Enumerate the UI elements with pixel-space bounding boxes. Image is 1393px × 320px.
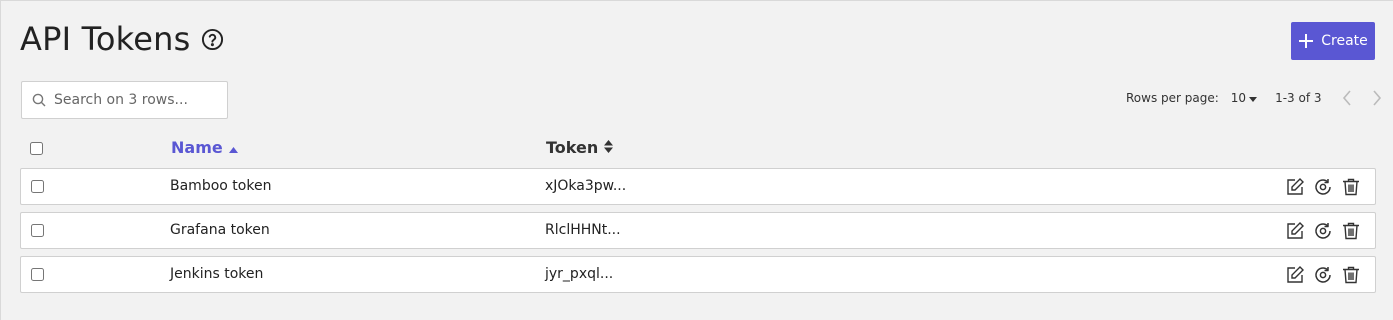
rows-per-page-value: 10 xyxy=(1230,91,1247,105)
page-header: API Tokens xyxy=(20,19,224,59)
chevron-left-icon[interactable] xyxy=(1340,89,1354,107)
table-row: Bamboo token xJOka3pw... xyxy=(20,168,1376,205)
token-name: Bamboo token xyxy=(170,178,272,194)
rows-per-page-label: Rows per page: xyxy=(1126,91,1219,105)
chevron-right-icon[interactable] xyxy=(1370,89,1384,107)
table-row: Jenkins token jyr_pxql... xyxy=(20,256,1376,293)
token-name: Grafana token xyxy=(170,222,270,238)
search-input[interactable] xyxy=(52,91,222,109)
edit-icon[interactable] xyxy=(1285,265,1305,285)
edit-icon[interactable] xyxy=(1285,221,1305,241)
row-actions xyxy=(1285,265,1361,285)
plus-icon xyxy=(1298,33,1314,49)
rows-per-page-select[interactable]: 10 xyxy=(1230,91,1258,105)
row-checkbox[interactable] xyxy=(31,180,44,193)
select-all-checkbox[interactable] xyxy=(30,142,43,155)
api-tokens-page: API Tokens Create Rows per page: 10 xyxy=(0,0,1393,320)
table-row: Grafana token RlclHHNt... xyxy=(20,212,1376,249)
sort-icon xyxy=(604,138,614,157)
regenerate-icon[interactable] xyxy=(1313,265,1333,285)
row-checkbox[interactable] xyxy=(31,224,44,237)
chevron-down-icon xyxy=(1249,91,1258,105)
row-actions xyxy=(1285,177,1361,197)
trash-icon[interactable] xyxy=(1341,221,1361,241)
regenerate-icon[interactable] xyxy=(1313,177,1333,197)
search-box xyxy=(21,81,228,119)
help-icon[interactable] xyxy=(201,28,224,51)
trash-icon[interactable] xyxy=(1341,265,1361,285)
token-name: Jenkins token xyxy=(170,266,264,282)
row-actions xyxy=(1285,221,1361,241)
row-checkbox[interactable] xyxy=(31,268,44,281)
token-value: jyr_pxql... xyxy=(545,266,614,282)
column-header-name[interactable]: Name xyxy=(171,138,238,157)
table-header: Name Token xyxy=(20,133,1376,161)
page-title: API Tokens xyxy=(20,20,191,58)
edit-icon[interactable] xyxy=(1285,177,1305,197)
regenerate-icon[interactable] xyxy=(1313,221,1333,241)
column-header-token-label: Token xyxy=(546,138,599,157)
create-button[interactable]: Create xyxy=(1291,22,1375,60)
pagination-range: 1-3 of 3 xyxy=(1275,91,1322,105)
trash-icon[interactable] xyxy=(1341,177,1361,197)
token-value: RlclHHNt... xyxy=(545,222,621,238)
pagination: Rows per page: 10 1-3 of 3 xyxy=(1126,89,1384,107)
search-icon xyxy=(32,93,46,107)
create-button-label: Create xyxy=(1321,33,1368,49)
column-header-name-label: Name xyxy=(171,138,223,157)
sort-asc-icon xyxy=(228,138,238,157)
token-value: xJOka3pw... xyxy=(545,178,627,194)
column-header-token[interactable]: Token xyxy=(546,138,614,157)
